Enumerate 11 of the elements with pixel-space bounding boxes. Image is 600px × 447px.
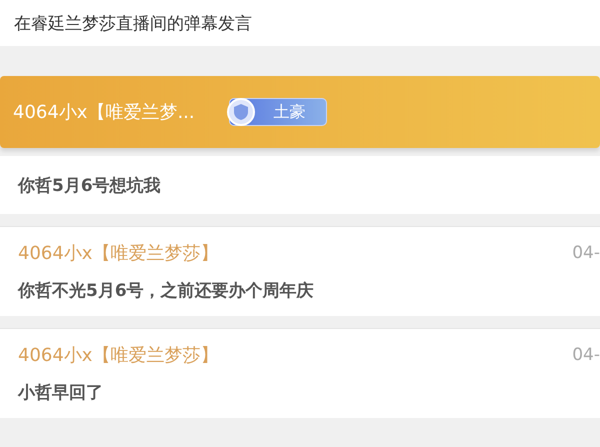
message-text: 你哲不光5月6号，之前还要办个周年庆 [18,280,315,302]
timestamp: 04- [572,243,600,263]
rank-badge: 土豪 [228,98,327,126]
username: 4064小x【唯爱兰梦莎】 [18,344,218,367]
timestamp: 04- [572,345,600,365]
message-text: 你哲5月6号想坑我 [0,156,600,214]
page-title: 在睿廷兰梦莎直播间的弹幕发言 [14,12,252,34]
username: 4064小x【唯爱兰梦... [13,101,195,124]
username: 4064小x【唯爱兰梦莎】 [18,242,218,265]
shield-icon [226,97,256,127]
message-text: 小哲早回了 [18,382,104,404]
